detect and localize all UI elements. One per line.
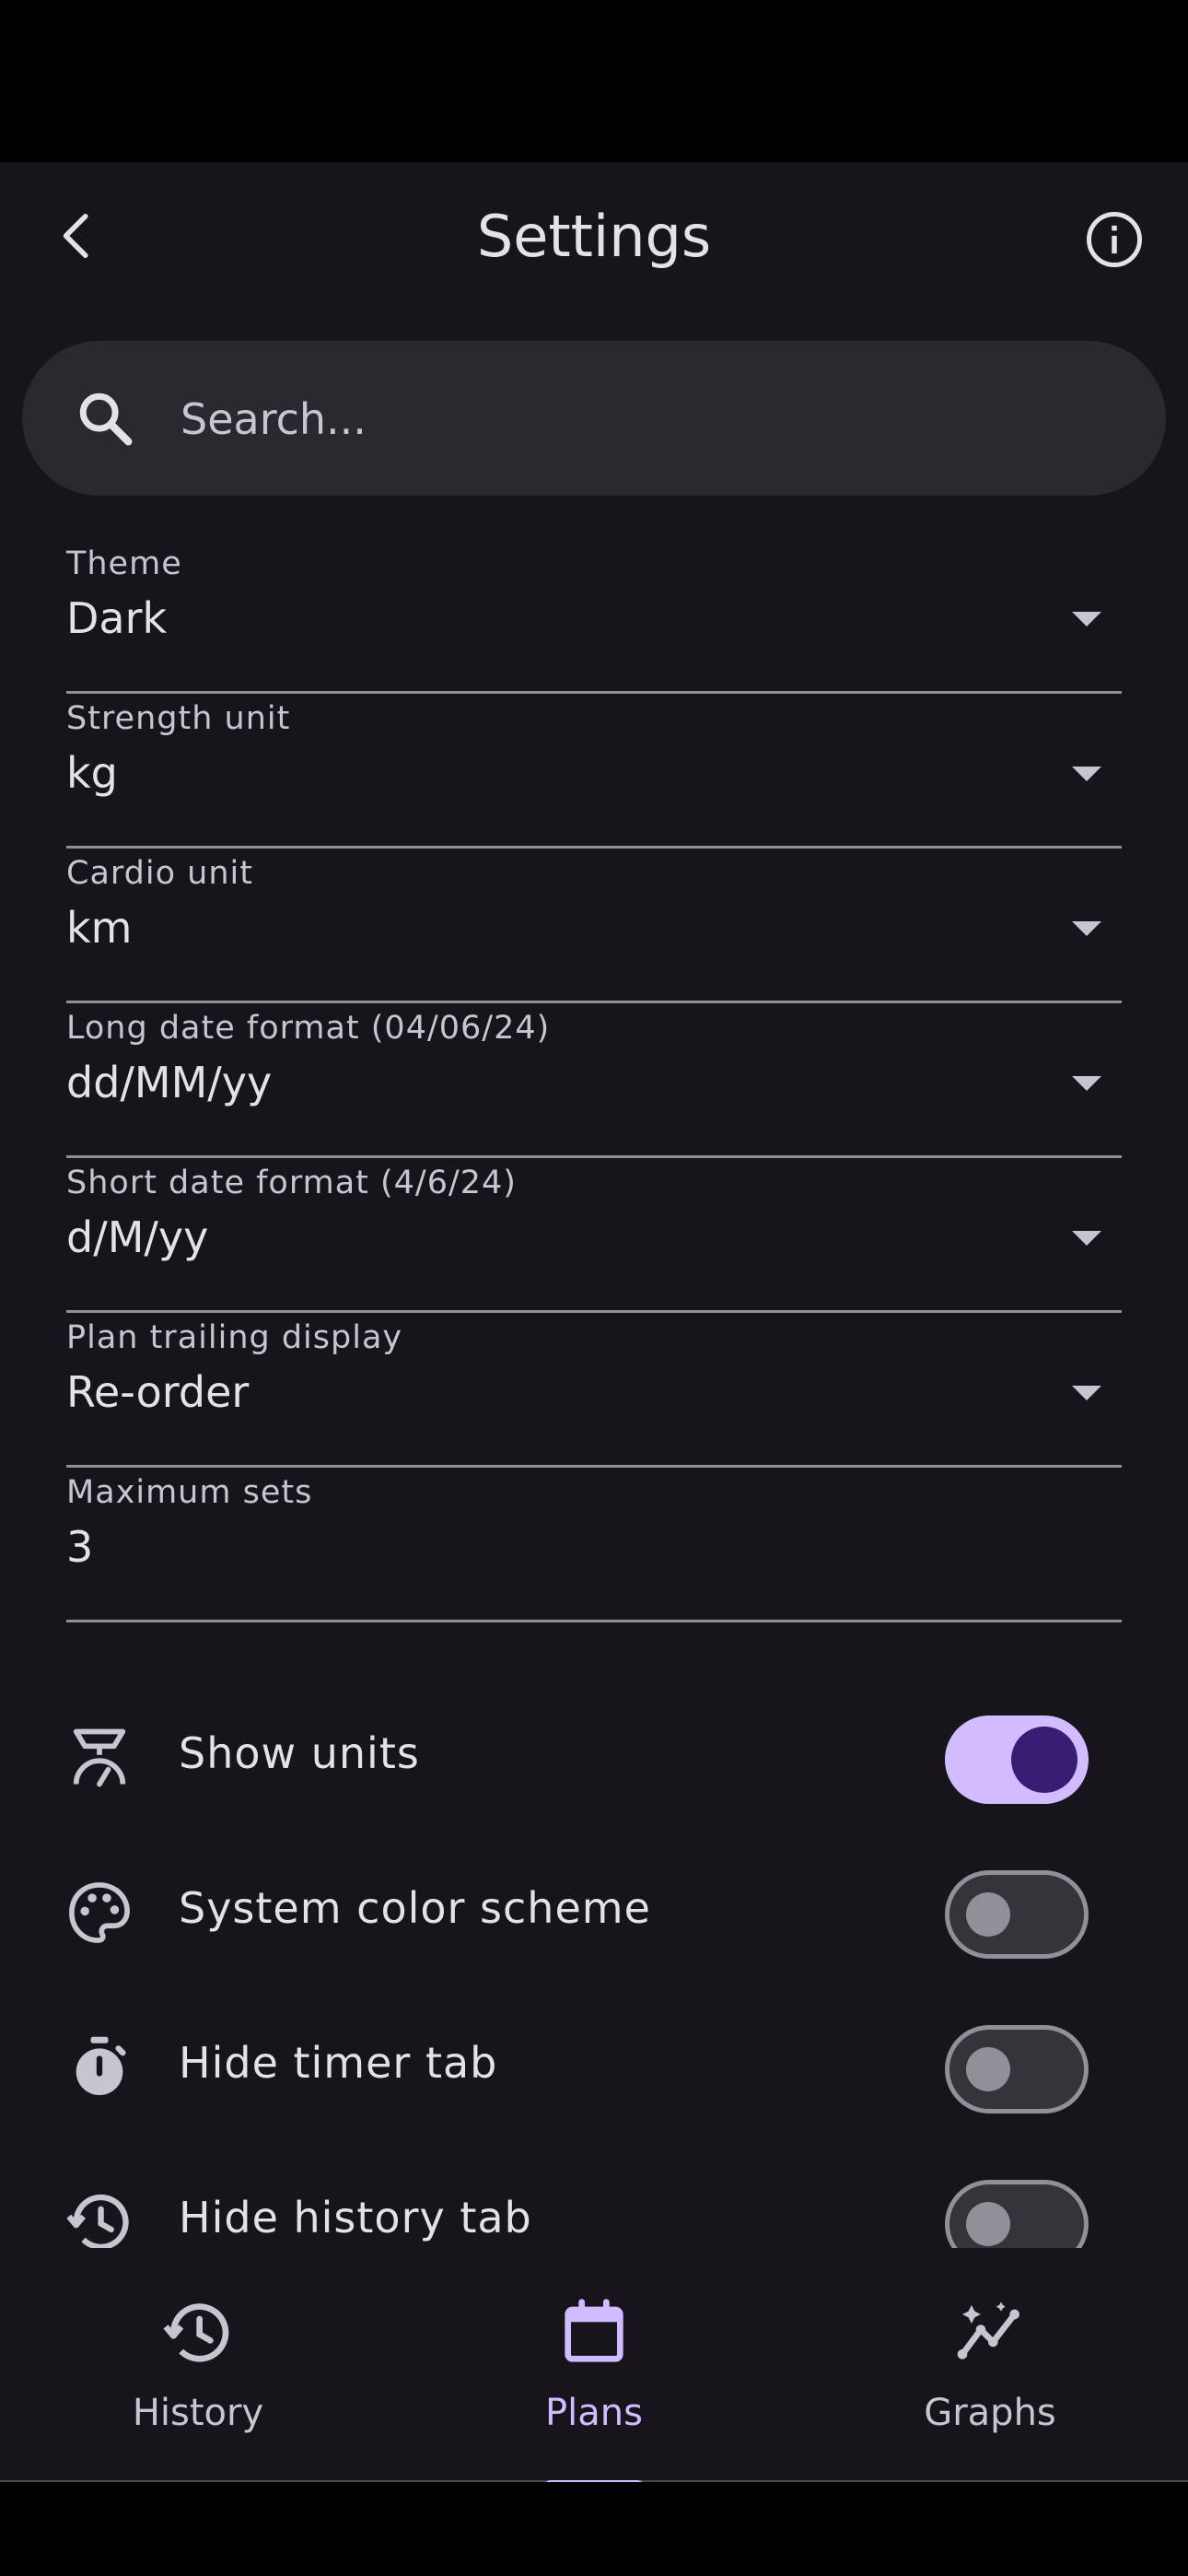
hide-timer-tab-toggle-row[interactable]: Hide timer tab	[0, 1990, 1188, 2145]
history-icon	[163, 2303, 229, 2362]
field-value: Dark	[66, 593, 168, 643]
strength-unit-dropdown[interactable]: Strength unit kg	[66, 691, 1122, 849]
system-color-scheme-toggle-row[interactable]: System color scheme	[0, 1835, 1188, 1990]
graph-icon	[957, 2301, 1019, 2359]
toggle-label: Hide timer tab	[179, 2038, 498, 2088]
nav-label: Plans	[545, 2392, 643, 2434]
field-label: Long date format (04/06/24)	[66, 1010, 551, 1047]
field-value: d/M/yy	[66, 1212, 209, 1262]
field-label: Plan trailing display	[66, 1319, 403, 1356]
dropdown-arrow-icon	[1072, 1386, 1101, 1400]
toggle-label: Show units	[179, 1728, 420, 1778]
field-value: Re-order	[66, 1367, 250, 1417]
system-color-scheme-switch[interactable]	[945, 1870, 1089, 1959]
nav-label: Graphs	[924, 2392, 1056, 2434]
calendar-icon	[565, 2299, 623, 2362]
field-value: dd/MM/yy	[66, 1058, 273, 1107]
long-date-format-dropdown[interactable]: Long date format (04/06/24) dd/MM/yy	[66, 1001, 1122, 1158]
show-units-toggle-row[interactable]: Show units	[0, 1680, 1188, 1835]
nav-label: History	[132, 2392, 264, 2434]
switch-knob	[1011, 1727, 1077, 1793]
field-label: Maximum sets	[66, 1474, 313, 1511]
field-label: Theme	[66, 545, 182, 582]
dropdown-arrow-icon	[1072, 1231, 1101, 1246]
timer-icon	[76, 2036, 126, 2096]
cardio-unit-dropdown[interactable]: Cardio unit km	[66, 846, 1122, 1003]
info-button[interactable]	[1077, 203, 1151, 276]
field-value[interactable]: 3	[66, 1522, 93, 1572]
settings-screen: Settings Theme Dark Strength unit kg Car…	[0, 162, 1188, 2482]
short-date-format-dropdown[interactable]: Short date format (4/6/24) d/M/yy	[66, 1155, 1122, 1313]
nav-item-history[interactable]: History	[0, 2248, 396, 2482]
bottom-navigation: History Plans Graphs	[0, 2248, 1188, 2482]
field-label: Short date format (4/6/24)	[66, 1165, 517, 1201]
search-bar[interactable]	[22, 341, 1166, 496]
nav-item-graphs[interactable]: Graphs	[792, 2248, 1188, 2482]
switch-knob	[966, 2202, 1010, 2246]
nav-item-plans[interactable]: Plans	[396, 2248, 792, 2482]
scale-icon	[73, 1728, 126, 1787]
field-label: Strength unit	[66, 700, 291, 737]
dropdown-arrow-icon	[1072, 612, 1101, 626]
status-bar	[0, 0, 1188, 162]
theme-dropdown[interactable]: Theme Dark	[66, 536, 1122, 694]
hide-timer-tab-switch[interactable]	[945, 2025, 1089, 2113]
plan-trailing-display-dropdown[interactable]: Plan trailing display Re-order	[66, 1310, 1122, 1468]
app-bar: Settings	[0, 162, 1188, 319]
show-units-switch[interactable]	[945, 1715, 1089, 1804]
system-navigation-bar	[0, 2482, 1188, 2576]
field-label: Cardio unit	[66, 855, 253, 892]
history-icon	[66, 2194, 129, 2251]
dropdown-arrow-icon	[1072, 767, 1101, 781]
search-input[interactable]	[179, 378, 1103, 461]
info-icon	[1087, 212, 1142, 267]
switch-knob	[966, 2047, 1010, 2091]
dropdown-arrow-icon	[1072, 921, 1101, 936]
palette-icon	[69, 1882, 130, 1943]
field-value: km	[66, 903, 133, 953]
dropdown-arrow-icon	[1072, 1076, 1101, 1091]
toggle-label: Hide history tab	[179, 2193, 532, 2242]
toggle-label: System color scheme	[179, 1883, 651, 1933]
field-value: kg	[66, 748, 118, 798]
page-title: Settings	[476, 203, 712, 270]
maximum-sets-field[interactable]: Maximum sets 3	[66, 1465, 1122, 1622]
search-icon	[79, 392, 133, 446]
switch-knob	[966, 1892, 1010, 1937]
